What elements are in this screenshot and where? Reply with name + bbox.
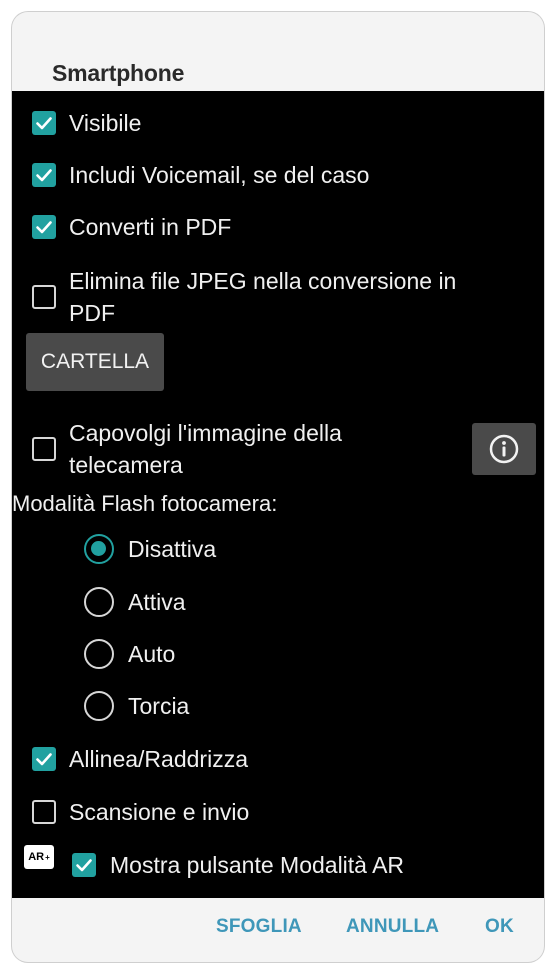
checkbox-checked-icon[interactable] xyxy=(32,215,56,239)
scansione-label: Scansione e invio xyxy=(69,799,250,825)
visibile-option[interactable]: Visibile xyxy=(32,107,544,139)
visibile-label: Visibile xyxy=(69,110,142,136)
checkbox-checked-icon[interactable] xyxy=(72,853,96,877)
flash-option-auto[interactable]: Auto xyxy=(84,639,175,669)
elimina-jpeg-label-line2: PDF xyxy=(69,300,115,326)
flash-option-attiva[interactable]: Attiva xyxy=(84,587,186,617)
checkbox-unchecked-icon[interactable] xyxy=(32,437,56,461)
converti-pdf-option[interactable]: Converti in PDF xyxy=(32,211,544,243)
scansione-option[interactable]: Scansione e invio xyxy=(32,796,544,828)
radio-selected-icon[interactable] xyxy=(84,534,114,564)
flash-mode-label: Modalità Flash fotocamera: xyxy=(12,491,278,516)
ar-badge-text: AR xyxy=(28,851,45,863)
checkbox-checked-icon[interactable] xyxy=(32,111,56,135)
allinea-option[interactable]: Allinea/Raddrizza xyxy=(32,743,544,775)
info-button[interactable] xyxy=(472,423,536,475)
elimina-jpeg-option[interactable]: Elimina file JPEG nella conversione in P… xyxy=(32,265,544,329)
checkbox-unchecked-icon[interactable] xyxy=(32,285,56,309)
radio-unselected-icon[interactable] xyxy=(84,639,114,669)
cartella-button[interactable]: CARTELLA xyxy=(26,333,164,391)
radio-unselected-icon[interactable] xyxy=(84,691,114,721)
dialog-footer: SFOGLIA ANNULLA OK xyxy=(12,898,544,962)
flash-option-disattiva[interactable]: Disattiva xyxy=(84,534,216,564)
info-circle-icon xyxy=(489,434,519,464)
ok-button[interactable]: OK xyxy=(485,916,514,938)
flash-option-label: Torcia xyxy=(128,692,190,719)
capovolgi-label-line1: Capovolgi l'immagine della xyxy=(69,420,342,446)
voicemail-option[interactable]: Includi Voicemail, se del caso xyxy=(32,159,544,191)
ar-badge-sup: + xyxy=(45,852,50,862)
flash-option-label: Auto xyxy=(128,640,176,667)
ar-mode-icon: AR + xyxy=(24,845,54,869)
converti-pdf-label: Converti in PDF xyxy=(69,214,232,240)
allinea-label: Allinea/Raddrizza xyxy=(69,746,248,772)
radio-unselected-icon[interactable] xyxy=(84,587,114,617)
settings-dialog: Smartphone Visibile Includi Voicemail, s… xyxy=(12,12,544,962)
capovolgi-option[interactable]: Capovolgi l'immagine della telecamera xyxy=(32,417,544,481)
checkbox-checked-icon[interactable] xyxy=(32,163,56,187)
voicemail-label: Includi Voicemail, se del caso xyxy=(69,162,370,188)
mostra-ar-option[interactable]: Mostra pulsante Modalità AR xyxy=(72,849,544,881)
checkbox-unchecked-icon[interactable] xyxy=(32,800,56,824)
annulla-button[interactable]: ANNULLA xyxy=(346,916,439,938)
flash-option-label: Disattiva xyxy=(128,535,217,562)
dialog-title: Smartphone xyxy=(52,60,185,86)
sfoglia-button[interactable]: SFOGLIA xyxy=(216,916,302,938)
settings-list: Visibile Includi Voicemail, se del caso … xyxy=(12,91,544,898)
mostra-ar-label: Mostra pulsante Modalità AR xyxy=(110,852,405,878)
flash-option-torcia[interactable]: Torcia xyxy=(84,691,189,721)
checkbox-checked-icon[interactable] xyxy=(32,747,56,771)
elimina-jpeg-label-line1: Elimina file JPEG nella conversione in xyxy=(69,268,457,294)
capovolgi-label-line2: telecamera xyxy=(69,452,183,478)
flash-option-label: Attiva xyxy=(128,588,186,615)
